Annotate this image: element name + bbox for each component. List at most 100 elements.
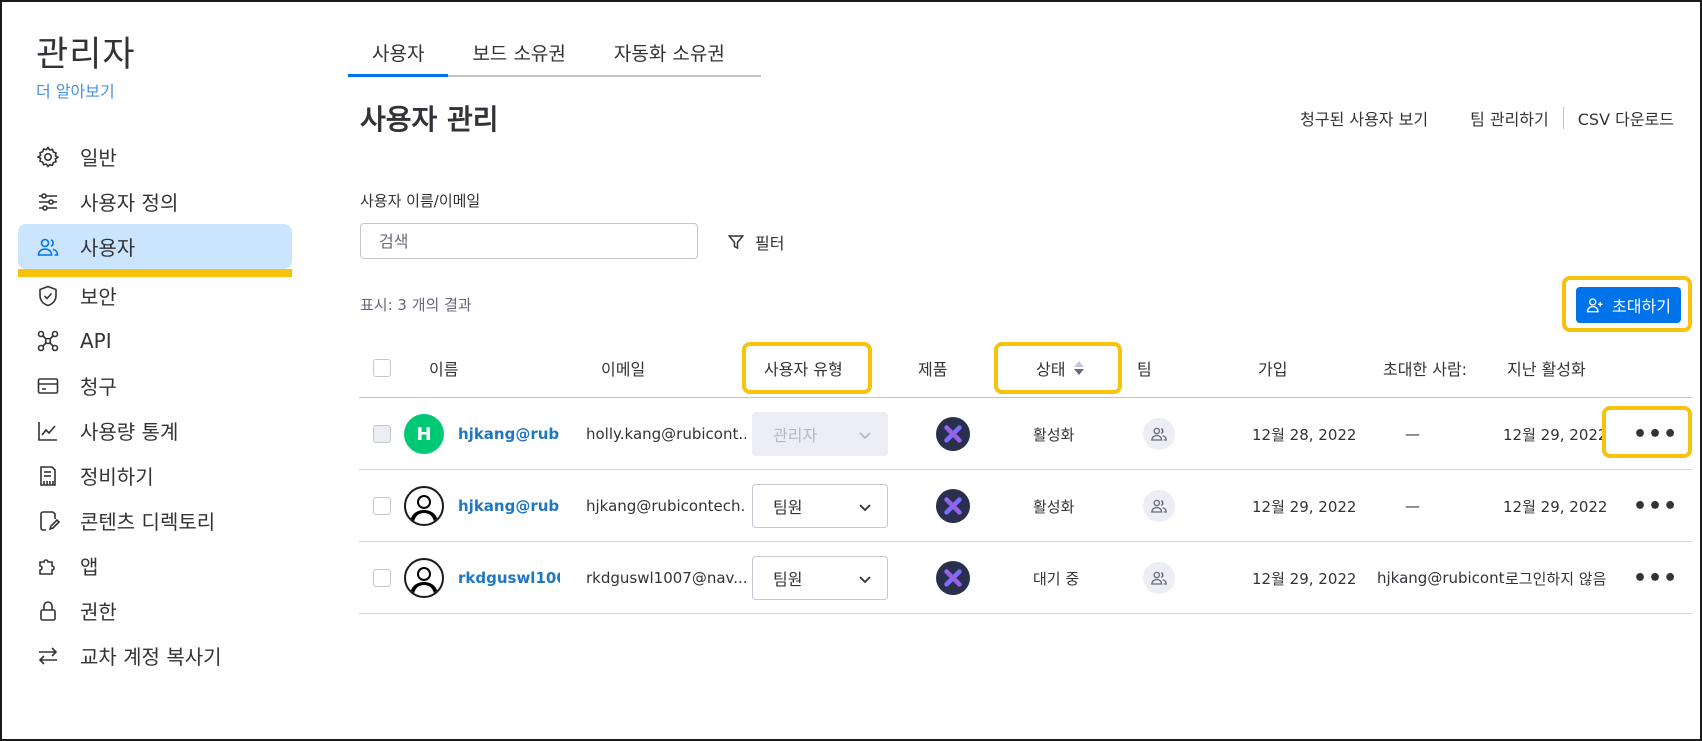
sidebar-item-label: 사용량 통계 [80, 420, 179, 444]
sliders-icon [36, 190, 60, 214]
puzzle-icon [36, 554, 60, 578]
sidebar-item-cross-account-copier[interactable]: 교차 계정 복사기 [18, 633, 292, 678]
table-row: hjkang@rubic hjkang@rubicontech... 팀원 활성… [359, 470, 1692, 542]
sidebar-item-general[interactable]: 일반 [18, 134, 292, 179]
user-type-select: 관리자 [752, 412, 888, 456]
email-text: hjkang@rubicontech... [586, 497, 746, 515]
sidebar-item-label: API [80, 328, 112, 353]
user-type-cell: 팀원 [752, 470, 888, 542]
user-name-link[interactable]: hjkang@rubic [458, 470, 560, 542]
product-logo-icon [936, 417, 970, 451]
users-table: 이름 이메일 사용자 유형 제품 상태 팀 가입 초대한 사람: 지난 활성화 … [359, 338, 1692, 614]
sidebar-item-security[interactable]: 보안 [18, 273, 292, 318]
joined-date: 12월 29, 2022 [1252, 569, 1357, 588]
chart-icon [36, 419, 60, 443]
tab-board-ownership[interactable]: 보드 소유권 [448, 30, 589, 75]
invite-label: 초대하기 [1612, 297, 1671, 316]
tab-automation-ownership[interactable]: 자동화 소유권 [590, 30, 749, 75]
invited-by: — [1405, 497, 1420, 515]
row-checkbox[interactable] [373, 569, 391, 587]
more-dots-icon: ••• [1633, 421, 1679, 447]
status-header-label: 상태 [1036, 360, 1066, 379]
user-type-value: 팀원 [773, 570, 803, 589]
joined-date: 12월 29, 2022 [1252, 497, 1357, 516]
team-users-icon[interactable] [1143, 418, 1175, 450]
product-logo-icon [936, 489, 970, 523]
sidebar-item-label: 정비하기 [80, 465, 154, 489]
sidebar-nav: 일반 사용자 정의 사용자 보안 API 청구 사용량 통계 정비하기 콘텐츠 … [18, 134, 292, 678]
select-all-checkbox-cell [373, 338, 391, 398]
row-more-button[interactable]: ••• [1633, 398, 1678, 470]
sidebar-item-label: 사용자 [80, 236, 136, 260]
sidebar-item-label: 보안 [80, 285, 117, 309]
default-avatar-icon [404, 486, 444, 526]
result-count: 표시: 3 개의 결과 [360, 296, 472, 314]
sidebar-item-billing[interactable]: 청구 [18, 363, 292, 408]
sidebar-item-label: 교차 계정 복사기 [80, 645, 222, 669]
status-text: 활성화 [1033, 497, 1075, 516]
column-header-last-active: 지난 활성화 [1507, 360, 1586, 379]
top-actions: 청구된 사용자 보기 팀 관리하기 CSV 다운로드 [1300, 106, 1674, 130]
user-type-select[interactable]: 팀원 [752, 556, 888, 600]
user-type-cell: 팀원 [752, 542, 888, 614]
sidebar-item-users[interactable]: 사용자 [18, 224, 292, 277]
row-more-button[interactable]: ••• [1633, 470, 1678, 542]
user-name: hjkang@rubic [458, 425, 560, 443]
sidebar-item-api[interactable]: API [18, 318, 292, 363]
sidebar-item-tidy-up[interactable]: 정비하기 [18, 453, 292, 498]
team-users-icon[interactable] [1143, 562, 1175, 594]
api-nodes-icon [36, 329, 60, 353]
more-dots-icon: ••• [1633, 493, 1679, 519]
default-avatar-icon [404, 558, 444, 598]
email-text: rkdguswl1007@nav... [586, 569, 746, 587]
billed-users-link[interactable]: 청구된 사용자 보기 [1300, 106, 1428, 130]
column-header-name: 이름 [429, 360, 459, 379]
search-label: 사용자 이름/이메일 [360, 192, 481, 210]
ownership-tabs: 사용자 보드 소유권 자동화 소유권 [348, 30, 761, 77]
team-cell [1143, 398, 1175, 470]
sidebar-item-label: 일반 [80, 146, 117, 170]
admin-sidebar: 관리자 더 알아보기 일반 사용자 정의 사용자 보안 API 청구 사용량 통… [0, 0, 300, 741]
row-more-button[interactable]: ••• [1633, 542, 1678, 614]
manage-teams-link[interactable]: 팀 관리하기 [1470, 106, 1549, 130]
joined-date: 12월 28, 2022 [1252, 425, 1357, 444]
receipt-icon [36, 464, 60, 488]
search-input[interactable] [360, 223, 698, 259]
select-all-checkbox[interactable] [373, 359, 391, 377]
tab-users[interactable]: 사용자 [348, 30, 449, 77]
invite-button[interactable]: 초대하기 [1576, 287, 1681, 323]
filter-button[interactable]: 필터 [727, 230, 784, 254]
sidebar-item-label: 권한 [80, 600, 117, 624]
sidebar-item-label: 사용자 정의 [80, 191, 179, 215]
row-checkbox[interactable] [373, 497, 391, 515]
sidebar-item-usage-stats[interactable]: 사용량 통계 [18, 408, 292, 453]
user-type-select[interactable]: 팀원 [752, 484, 888, 528]
document-edit-icon [36, 509, 60, 533]
product-cell [936, 542, 970, 614]
column-header-status[interactable]: 상태 [1036, 338, 1085, 398]
sidebar-item-apps[interactable]: 앱 [18, 543, 292, 588]
row-checkbox-cell [373, 398, 391, 470]
sidebar-item-content-directory[interactable]: 콘텐츠 디렉토리 [18, 498, 292, 543]
users-icon [36, 235, 60, 259]
table-row: H hjkang@rubic holly.kang@rubicont... 관리… [359, 398, 1692, 470]
divider [1562, 107, 1564, 129]
user-name-link[interactable]: rkdguswl1007 [458, 542, 560, 614]
sidebar-item-customization[interactable]: 사용자 정의 [18, 179, 292, 224]
column-header-joined: 가입 [1258, 360, 1288, 379]
row-checkbox[interactable] [373, 425, 391, 443]
chevron-down-icon [859, 497, 871, 516]
row-checkbox-cell [373, 470, 391, 542]
column-header-user-type: 사용자 유형 [764, 360, 843, 379]
team-users-icon[interactable] [1143, 490, 1175, 522]
email-text: holly.kang@rubicont... [586, 425, 746, 443]
sidebar-item-permissions[interactable]: 권한 [18, 588, 292, 633]
learn-more-link[interactable]: 더 알아보기 [36, 78, 115, 102]
column-header-email: 이메일 [601, 360, 646, 379]
sort-icon [1073, 360, 1085, 376]
csv-download-link[interactable]: CSV 다운로드 [1578, 106, 1674, 130]
team-cell [1143, 470, 1175, 542]
product-logo-icon [936, 561, 970, 595]
user-name-link[interactable]: hjkang@rubic [458, 398, 560, 470]
chevron-down-icon [859, 425, 871, 444]
